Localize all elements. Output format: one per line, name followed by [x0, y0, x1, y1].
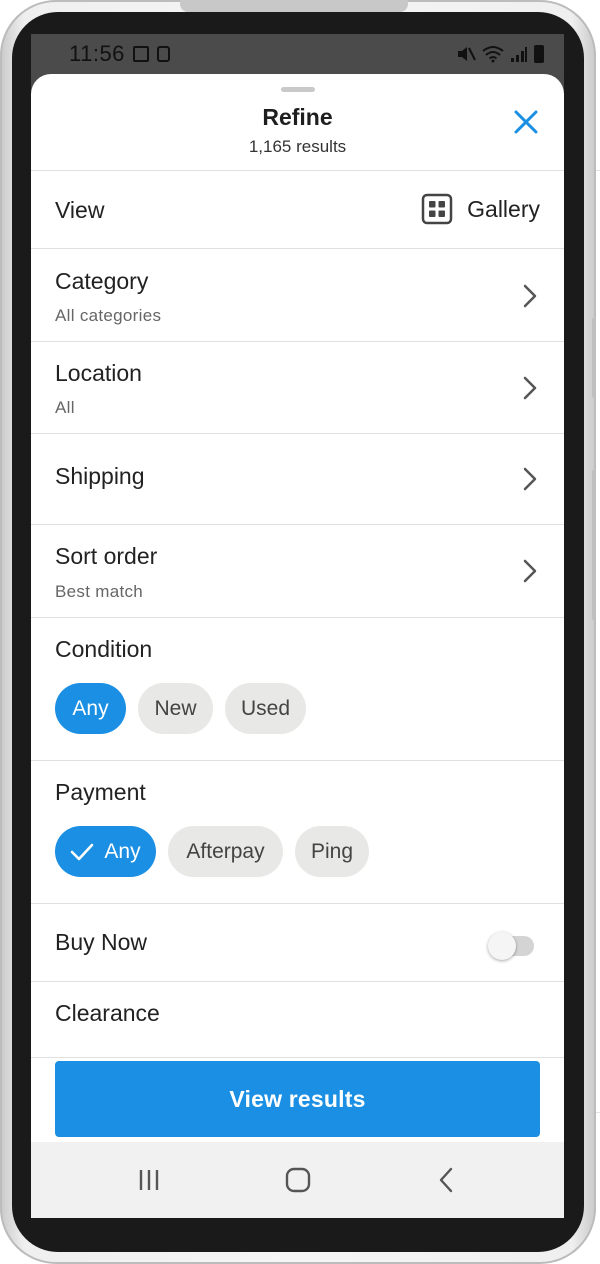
battery-icon [534, 45, 544, 63]
recent-apps-icon[interactable] [129, 1164, 169, 1196]
gallery-grid-icon [421, 193, 453, 225]
condition-chip-used[interactable]: Used [225, 683, 306, 734]
volume-button [592, 318, 596, 398]
location-row[interactable]: Location All [31, 342, 564, 434]
condition-label: Condition [55, 636, 153, 662]
payment-chip-any[interactable]: Any [55, 826, 156, 877]
payment-section: Payment Any Afterpay Ping [31, 761, 564, 904]
condition-chip-new[interactable]: New [138, 683, 213, 734]
sheet-title: Refine [262, 104, 333, 130]
payment-chip-any-label: Any [104, 839, 141, 863]
buy-now-label: Buy Now [55, 929, 148, 955]
condition-chip-any[interactable]: Any [55, 683, 126, 734]
condition-chips: Any New Used [55, 683, 306, 734]
close-icon[interactable] [512, 108, 540, 136]
phone-screen: 11:56 Refine 1,165 results View Gallery … [31, 34, 564, 1218]
category-row[interactable]: Category All categories [31, 249, 564, 342]
view-row[interactable]: View Gallery [31, 171, 564, 249]
chevron-right-icon [523, 284, 537, 308]
phone-frame: 11:56 Refine 1,165 results View Gallery … [0, 0, 596, 1264]
location-label: Location [55, 360, 142, 386]
toggle-knob [488, 932, 516, 960]
view-label: View [55, 197, 105, 223]
refine-sheet: Refine 1,165 results View Gallery Catego… [31, 74, 564, 1142]
condition-section: Condition Any New Used [31, 618, 564, 761]
sort-order-row[interactable]: Sort order Best match [31, 525, 564, 618]
clearance-row: Clearance [31, 982, 564, 1062]
mute-icon [458, 47, 476, 61]
category-value: All categories [55, 306, 162, 325]
status-time: 11:56 [69, 41, 125, 66]
shipping-label: Shipping [55, 463, 145, 489]
location-value: All [55, 398, 75, 417]
clearance-label: Clearance [55, 1000, 160, 1026]
view-mode-value: Gallery [467, 195, 540, 222]
chevron-right-icon [523, 467, 537, 491]
category-label: Category [55, 268, 149, 294]
payment-chip-ping[interactable]: Ping [295, 826, 369, 877]
sheet-footer: View results [31, 1057, 564, 1142]
payment-label: Payment [55, 779, 146, 805]
buy-now-row: Buy Now [31, 904, 564, 982]
payment-chips: Any Afterpay Ping [55, 826, 369, 877]
footer-divider [31, 1057, 564, 1058]
power-button [592, 470, 596, 620]
sort-order-label: Sort order [55, 543, 158, 569]
drag-handle[interactable] [281, 87, 315, 92]
back-icon[interactable] [427, 1164, 467, 1196]
app-notification-icon [156, 46, 170, 62]
navigation-bar [31, 1142, 564, 1218]
home-icon[interactable] [278, 1164, 318, 1196]
phone-top-edge [180, 0, 408, 12]
payment-chip-afterpay[interactable]: Afterpay [168, 826, 283, 877]
results-count: 1,165 results [248, 137, 347, 156]
wifi-icon [482, 46, 504, 63]
view-mode-selector[interactable]: Gallery [421, 193, 540, 225]
gallery-notification-icon [132, 46, 149, 62]
chevron-right-icon [523, 559, 537, 583]
sort-order-value: Best match [55, 582, 144, 601]
shipping-row[interactable]: Shipping [31, 434, 564, 525]
sheet-header: Refine 1,165 results [31, 74, 564, 171]
buy-now-toggle[interactable] [488, 931, 536, 961]
checkmark-icon [71, 843, 94, 860]
signal-icon [511, 47, 527, 62]
view-results-button[interactable]: View results [55, 1061, 540, 1137]
chevron-right-icon [523, 376, 537, 400]
status-bar: 11:56 [31, 34, 564, 74]
